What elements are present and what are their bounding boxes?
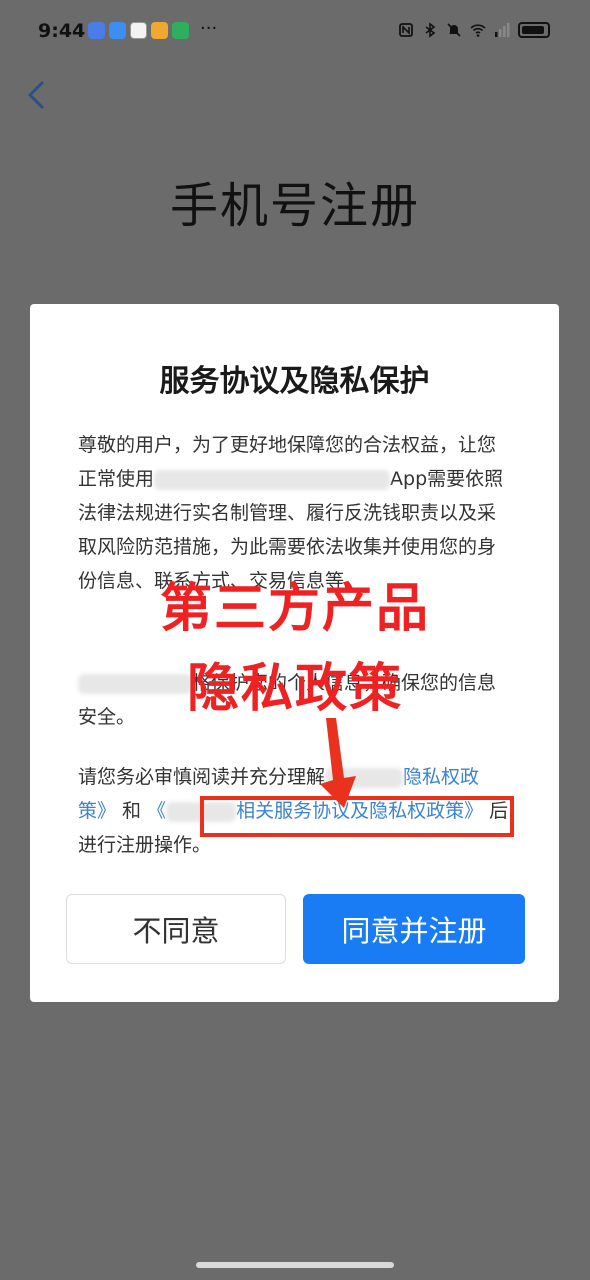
dialog-title: 服务协议及隐私保护 <box>159 364 430 399</box>
service-agreement-link-open[interactable]: 《 <box>147 800 166 822</box>
annotation-label-line-1: 第三方产品 <box>159 579 430 639</box>
system-icons <box>398 22 550 38</box>
agree-register-button[interactable]: 同意并注册 <box>303 894 525 964</box>
app-notification-icon <box>109 22 126 39</box>
app-notification-icon <box>88 22 105 39</box>
annotation-label-line-2: 隐私政策 <box>186 659 403 719</box>
home-indicator[interactable] <box>196 1262 394 1268</box>
bluetooth-icon <box>425 22 436 38</box>
notification-icons <box>88 22 189 39</box>
app-notification-icon <box>130 22 147 39</box>
disagree-button[interactable]: 不同意 <box>66 894 286 964</box>
more-notifications-icon: ··· <box>200 18 218 39</box>
page-title: 手机号注册 <box>169 178 420 234</box>
back-button[interactable] <box>20 74 60 118</box>
app-notification-icon <box>151 22 168 39</box>
battery-icon <box>518 22 550 38</box>
status-time: 9:44 <box>38 20 86 42</box>
redacted-app-name <box>154 469 391 490</box>
status-bar: 9:44 ··· <box>0 0 590 64</box>
wifi-icon <box>470 24 486 37</box>
annotation-highlight-box <box>200 796 514 837</box>
app-notification-icon <box>172 22 189 39</box>
nfc-icon <box>399 23 413 37</box>
signal-icon <box>495 23 510 37</box>
paragraph-3-text-a: 请您务必审慎阅读并充分理解 <box>78 766 326 788</box>
paragraph-3-and: 和 <box>116 800 148 822</box>
mute-bell-icon <box>447 23 461 37</box>
chevron-left-icon <box>28 81 44 109</box>
